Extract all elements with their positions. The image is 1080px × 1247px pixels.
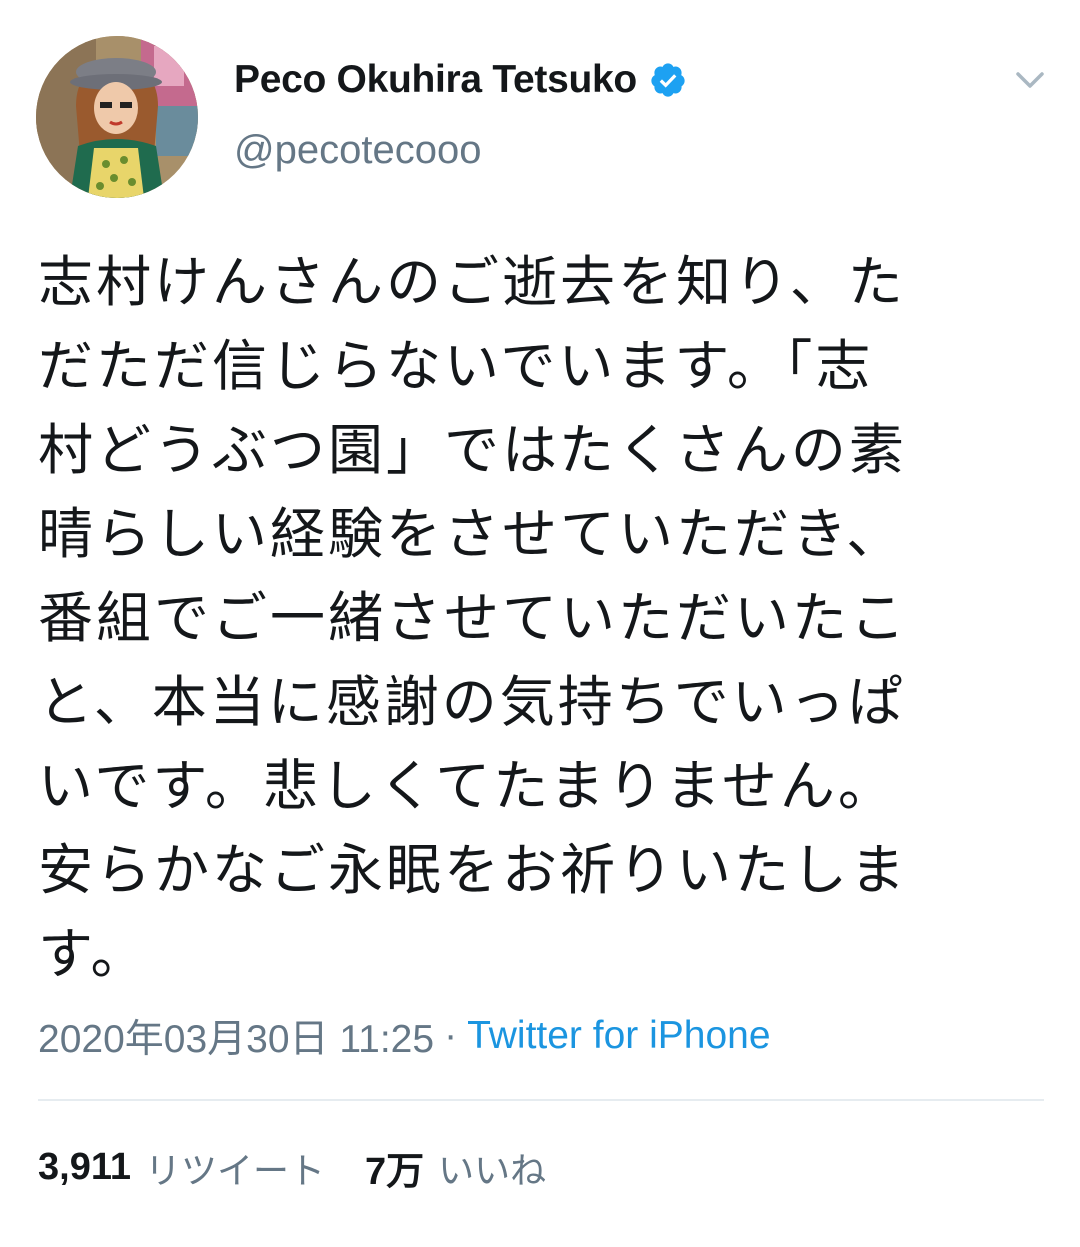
tweet-timestamp[interactable]: 2020年03月30日 11:25 <box>38 1008 434 1064</box>
tweet-text: 志村けんさんのご逝去を知り、た だただ信じらないでいます。「志 村どうぶつ園」で… <box>38 240 1048 996</box>
retweets-stat[interactable]: 3,911 リツイート <box>38 1142 325 1194</box>
divider <box>38 1099 1044 1101</box>
meta-separator: · <box>444 1014 458 1057</box>
avatar-image <box>36 36 198 198</box>
retweets-label: リツイート <box>145 1150 326 1192</box>
tweet-text-line: す。 <box>38 922 149 986</box>
likes-count: 7万 <box>365 1151 425 1193</box>
tweet-text-line: と、本当に感謝の気持ちでいっぱ <box>38 670 906 734</box>
tweet-card: Peco Okuhira Tetsuko @pecotecooo 志村けんさんの… <box>0 0 1080 1247</box>
tweet-text-line: 番組でご一緒させていただいたこ <box>38 586 909 650</box>
tweet-text-line: 志村けんさんのご逝去を知り、た <box>38 250 906 314</box>
tweet-text-line: 晴らしい経験をさせていただき、 <box>38 502 905 566</box>
verified-badge-icon <box>649 61 687 99</box>
tweet-stats: 3,911 リツイート 7万 いいね <box>38 1140 546 1195</box>
likes-label: いいね <box>438 1150 547 1192</box>
likes-stat[interactable]: 7万 いいね <box>365 1140 546 1195</box>
user-handle[interactable]: @pecotecooo <box>234 128 481 173</box>
tweet-text-line: だただ信じらないでいます。「志 <box>38 334 874 398</box>
display-name[interactable]: Peco Okuhira Tetsuko <box>234 58 637 102</box>
tweet-text-line: 安らかなご永眠をお祈りいたしま <box>38 838 909 902</box>
user-name-row[interactable]: Peco Okuhira Tetsuko <box>234 52 687 108</box>
tweet-text-line: 村どうぶつ園」ではたくさんの素 <box>38 418 907 482</box>
tweet-meta: 2020年03月30日 11:25 · Twitter for iPhone <box>38 1008 771 1064</box>
avatar[interactable] <box>36 36 198 198</box>
chevron-down-icon[interactable] <box>1010 60 1050 100</box>
tweet-text-line: いです。悲しくてたまりません。 <box>38 754 896 818</box>
retweets-count: 3,911 <box>38 1146 131 1188</box>
tweet-source-link[interactable]: Twitter for iPhone <box>467 1014 770 1058</box>
